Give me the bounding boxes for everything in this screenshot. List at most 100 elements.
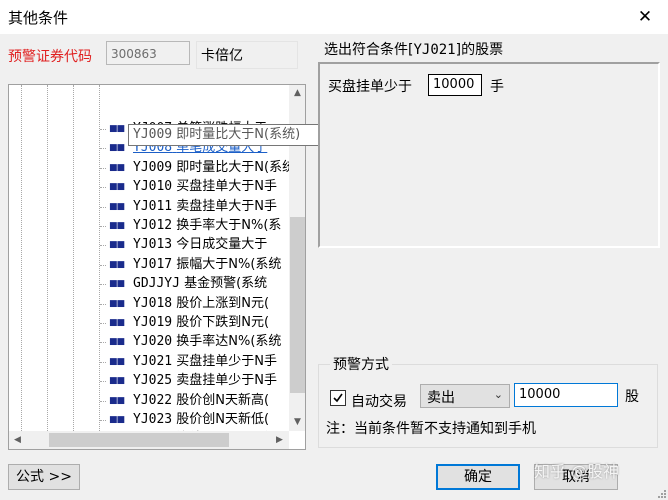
scroll-left-icon[interactable]: ◀: [9, 431, 26, 449]
tree-item[interactable]: ■■ YJ025 卖盘挂单少于N手: [109, 371, 277, 391]
scroll-up-icon[interactable]: ▲: [289, 85, 305, 102]
tree-connector: [100, 323, 106, 324]
stock-group-icon: ■■: [109, 124, 125, 134]
stock-group-icon: ■■: [109, 298, 125, 309]
tree-connector: [100, 264, 106, 266]
tree-item-label: YJ011 卖盘挂单大于N手: [133, 199, 277, 214]
condition-value-input[interactable]: 10000: [428, 74, 482, 96]
tree-connector: [100, 245, 106, 247]
scroll-down-icon[interactable]: ▼: [289, 414, 305, 431]
condition-panel: 买盘挂单少于 10000 手: [318, 62, 660, 248]
tree-connector: [100, 284, 106, 286]
auto-trade-label[interactable]: 自动交易: [351, 391, 407, 411]
tree-connector: [100, 226, 106, 227]
tree-horizontal-scrollbar[interactable]: ◀ ▶: [9, 431, 289, 449]
stock-group-icon: ■■: [109, 279, 125, 290]
stock-group-icon: ■■: [109, 240, 125, 251]
formula-button[interactable]: 公式 >>: [8, 464, 80, 490]
tree-item[interactable]: ■■ YJ009 即时量比大于N(系统): [109, 158, 300, 178]
tree-guide-line: [73, 85, 74, 431]
tree-item-label: YJ022 股价创N天新高(: [133, 393, 269, 408]
tree-item[interactable]: ■■ YJ020 换手率达N%(系统: [109, 332, 281, 352]
tree-item-code: YJ023: [133, 412, 173, 427]
tree-item-text: 即时量比大于N(系统): [176, 159, 301, 175]
condition-heading-suffix: ]的股票: [455, 42, 504, 58]
tree-item[interactable]: ■■ YJ010 买盘挂单大于N手: [109, 177, 277, 197]
tree-guide-line: [99, 85, 100, 431]
condition-heading: 选出符合条件[YJ021]的股票: [324, 39, 503, 59]
tree-connector: [100, 420, 106, 421]
tree-connector: [100, 187, 106, 189]
tree-connector: [100, 361, 106, 363]
tree-item-tooltip: YJ009 即时量比大于N(系统): [128, 124, 334, 146]
horizontal-scroll-thumb[interactable]: [49, 433, 229, 447]
tree-connector: [100, 148, 106, 150]
resize-grip-icon[interactable]: [656, 488, 666, 498]
tree-connector: [100, 167, 106, 169]
tree-item[interactable]: ■■ YJ017 振幅大于N%(系统: [109, 255, 281, 275]
tree-item-code: YJ010: [133, 179, 173, 195]
window-title: 其他条件: [8, 9, 69, 27]
tree-connector: [100, 342, 106, 344]
tree-connector: [100, 400, 106, 402]
tree-item[interactable]: ■■ YJ013 今日成交量大于: [109, 235, 267, 255]
tree-item[interactable]: ■■ YJ022 股价创N天新高(: [109, 391, 269, 411]
stock-group-icon: ■■: [109, 337, 125, 348]
stock-group-icon: ■■: [109, 318, 125, 328]
tree-item-text: 股价创N天新高(: [176, 392, 270, 408]
tree-item[interactable]: ■■ YJ012 换手率大于N%(系: [109, 216, 281, 236]
stock-group-icon: ■■: [109, 259, 125, 270]
tree-item[interactable]: ■■ YJ011 卖盘挂单大于N手: [109, 197, 277, 217]
trade-amount-unit: 股: [625, 389, 639, 405]
stock-group-icon: ■■: [109, 182, 125, 193]
condition-heading-code: YJ021: [413, 42, 456, 58]
tooltip-text: 即时量比大于N(系统): [176, 127, 301, 142]
tree-item-label: YJ020 换手率达N%(系统: [133, 334, 281, 349]
notification-note: 注：当前条件暂不支持通知到手机: [326, 421, 536, 437]
tree-item[interactable]: ■■ YJ023 股价创N天新低(: [109, 410, 269, 430]
auto-trade-checkbox[interactable]: [330, 390, 346, 406]
tree-item-text: 换手率达N%(系统: [176, 334, 282, 350]
scroll-right-icon[interactable]: ▶: [271, 431, 288, 449]
tree-item-code: YJ013: [133, 237, 173, 253]
tree-item-text: 今日成交量大于: [176, 237, 268, 253]
cancel-button[interactable]: 取消: [534, 464, 618, 490]
tree-item-code: YJ025: [133, 373, 173, 389]
warning-code-field: 300863: [106, 41, 190, 65]
tree-item-code: YJ011: [133, 198, 173, 214]
tree-item-code: YJ021: [133, 353, 173, 369]
condition-heading-prefix: 选出符合条件[: [324, 42, 414, 58]
tree-item-label: YJ018 股价上涨到N元(: [133, 296, 269, 311]
tree-item-text: 股价下跌到N元(: [176, 315, 270, 330]
tree-item-label: GDJJYJ 基金预警(系统: [133, 276, 267, 291]
stock-group-icon: ■■: [109, 162, 125, 173]
tree-connector: [100, 129, 106, 130]
condition-unit: 手: [490, 79, 504, 95]
tree-item-label: YJ019 股价下跌到N元(: [133, 315, 269, 330]
close-icon[interactable]: ✕: [622, 0, 668, 34]
tree-guide-line: [47, 85, 48, 431]
tree-item-label: YJ010 买盘挂单大于N手: [133, 179, 277, 194]
vertical-scroll-thumb[interactable]: [290, 217, 305, 393]
tree-item[interactable]: ■■ YJ019 股价下跌到N元(: [109, 313, 269, 333]
tree-item-text: 股价上涨到N元(: [176, 295, 270, 311]
tree-item[interactable]: ■■ YJ021 买盘挂单少于N手: [109, 352, 277, 372]
tree-item-label: YJ009 即时量比大于N(系统): [133, 160, 300, 175]
tree-item-code: YJ022: [133, 392, 173, 408]
tree-item-code: YJ012: [133, 218, 173, 233]
trade-direction-select[interactable]: 卖出 ⌄: [420, 384, 510, 408]
tree-item[interactable]: ■■ GDJJYJ 基金预警(系统: [109, 274, 267, 294]
trade-amount-input[interactable]: 10000: [514, 383, 618, 407]
tree-item[interactable]: ■■ YJ018 股价上涨到N元(: [109, 294, 269, 314]
title-bar: 其他条件 ✕: [0, 0, 668, 34]
tree-item-text: 卖盘挂单少于N手: [176, 373, 278, 389]
tree-item-text: 基金预警(系统: [184, 276, 268, 292]
stock-group-icon: ■■: [109, 376, 125, 387]
tooltip-code: YJ009: [133, 127, 173, 142]
tree-item-code: YJ020: [133, 334, 173, 350]
tree-item-code: YJ019: [133, 315, 173, 330]
ok-button[interactable]: 确定: [436, 464, 520, 490]
stock-group-icon: ■■: [109, 143, 125, 154]
tree-item-text: 换手率大于N%(系: [176, 218, 282, 233]
tree-item-code: YJ009: [133, 159, 173, 175]
